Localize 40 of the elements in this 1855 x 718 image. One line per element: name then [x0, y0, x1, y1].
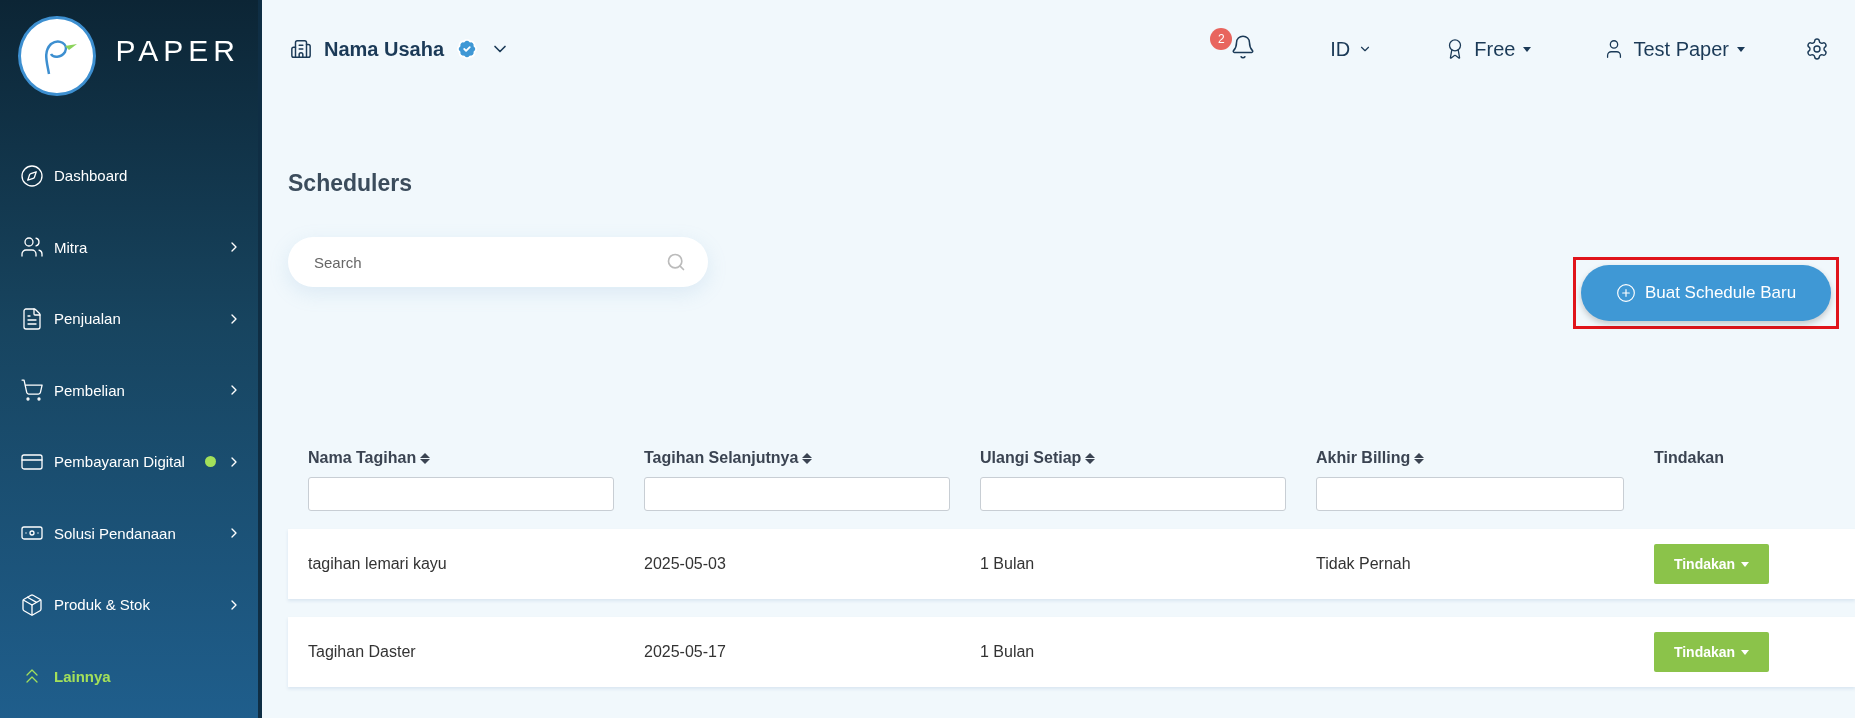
table-cell: Tidak Pernah — [1316, 555, 1411, 572]
plus-circle-icon — [1615, 283, 1636, 303]
sidebar-item[interactable]: Mitra — [0, 211, 258, 283]
building-icon — [290, 38, 312, 60]
search-icon — [666, 252, 686, 272]
plan-selector[interactable]: Free — [1444, 37, 1532, 61]
filter-field[interactable] — [308, 477, 614, 511]
table-cell: 1 Bulan — [980, 555, 1035, 572]
column-header[interactable]: Tindakan — [1654, 449, 1825, 467]
compass-icon — [20, 163, 44, 188]
filter-field[interactable] — [980, 477, 1286, 511]
language-selector[interactable]: ID — [1330, 37, 1373, 61]
page-title: Schedulers — [288, 170, 413, 197]
table-cell: Tagihan Daster — [308, 643, 416, 660]
settings-icon[interactable] — [1805, 37, 1829, 61]
table-cell: tagihan lemari kayu — [308, 555, 447, 572]
notification-count: 2 — [1210, 28, 1233, 50]
sidebar-item[interactable]: Pembelian — [0, 354, 258, 426]
column-header[interactable]: Tagihan Selanjutnya — [644, 449, 950, 467]
sidebar-item[interactable]: Lainnya — [0, 640, 258, 712]
sidebar-item[interactable]: Dashboard — [0, 140, 258, 212]
brand-name: PAPER — [115, 34, 240, 68]
document-icon — [20, 306, 44, 331]
filter-field[interactable] — [1316, 477, 1624, 511]
search-field[interactable]: Search — [288, 237, 708, 287]
cart-icon — [20, 378, 44, 403]
table-cell: 1 Bulan — [980, 643, 1035, 660]
sidebar-item[interactable]: Pembayaran Digital — [0, 426, 258, 498]
column-header[interactable]: Nama Tagihan — [308, 449, 614, 467]
column-header[interactable]: Ulangi Setiap — [980, 449, 1286, 467]
business-name: Nama Usaha — [324, 37, 445, 61]
filter-field[interactable] — [644, 477, 950, 511]
table-cell: 2025-05-17 — [644, 643, 726, 660]
sidebar-item[interactable]: Solusi Pendanaan — [0, 497, 258, 569]
user-menu[interactable]: Test Paper — [1603, 37, 1745, 61]
sidebar-item[interactable]: Penjualan — [0, 283, 258, 355]
column-header[interactable]: Akhir Billing — [1316, 449, 1624, 467]
sidebar-item[interactable]: Produk & Stok — [0, 569, 258, 641]
box-icon — [20, 592, 44, 617]
table-cell: 2025-05-03 — [644, 555, 726, 572]
